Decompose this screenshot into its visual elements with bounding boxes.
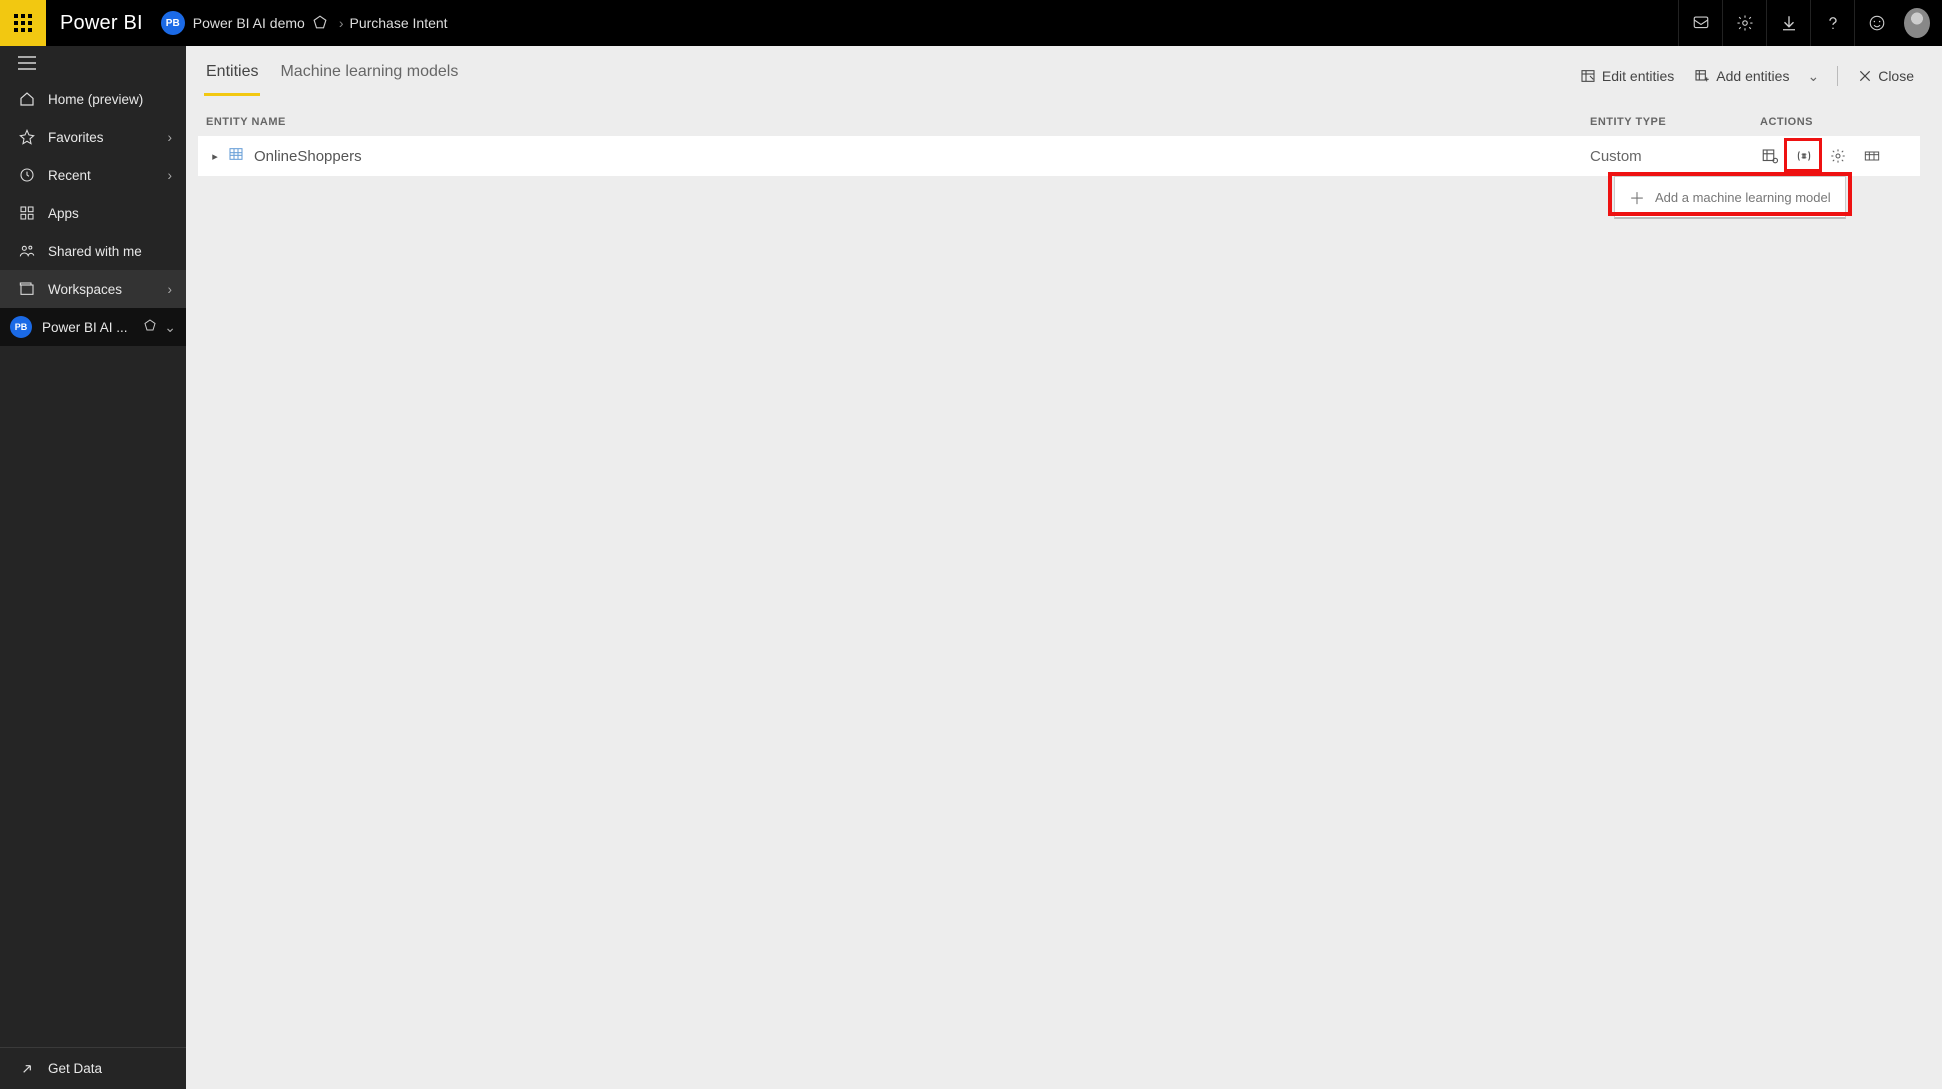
premium-icon [144, 318, 156, 336]
shared-icon [18, 243, 36, 259]
workspace-badge: PB [161, 11, 185, 35]
app-launcher-button[interactable] [0, 0, 46, 46]
sidebar-current-workspace[interactable]: PB Power BI AI ... ⌄ [0, 308, 186, 346]
col-header-name: ENTITY NAME [206, 116, 1590, 128]
avatar [1904, 8, 1930, 38]
sidebar-item-label: Home (preview) [48, 92, 172, 107]
feedback-button[interactable] [1854, 0, 1898, 46]
col-header-type: ENTITY TYPE [1590, 116, 1760, 128]
account-button[interactable] [1898, 0, 1942, 46]
sidebar-get-data[interactable]: Get Data [0, 1047, 186, 1089]
edit-entities-button[interactable]: Edit entities [1574, 64, 1680, 88]
add-ml-model-menu-item[interactable]: ＋ Add a machine learning model [1614, 176, 1846, 219]
clock-icon [18, 167, 36, 183]
sidebar-toggle[interactable] [0, 46, 186, 80]
workspace-badge-small: PB [10, 316, 32, 338]
chevron-down-icon: ⌄ [164, 319, 176, 336]
sidebar-item-favorites[interactable]: Favorites › [0, 118, 186, 156]
col-header-actions: ACTIONS [1760, 116, 1920, 128]
add-ml-model-label: Add a machine learning model [1655, 190, 1831, 205]
waffle-icon [14, 14, 32, 32]
breadcrumb-separator: › [339, 15, 344, 31]
table-row[interactable]: ▸ OnlineShoppers Custom [198, 136, 1920, 176]
entity-type: Custom [1590, 148, 1760, 165]
breadcrumb: PB Power BI AI demo › Purchase Intent [161, 11, 456, 35]
sidebar-item-label: Get Data [48, 1061, 172, 1076]
toolbar-separator [1837, 66, 1838, 86]
topbar-actions [1678, 0, 1942, 46]
entities-table: ENTITY NAME ENTITY TYPE ACTIONS ▸ Online… [186, 96, 1942, 176]
sidebar-item-label: Shared with me [48, 244, 172, 259]
breadcrumb-item: Purchase Intent [349, 15, 447, 31]
content-toolbar: Entities Machine learning models Edit en… [186, 46, 1942, 96]
help-button[interactable] [1810, 0, 1854, 46]
action-settings-button[interactable] [1828, 146, 1848, 166]
hamburger-icon [18, 56, 36, 70]
sidebar-item-home[interactable]: Home (preview) [0, 80, 186, 118]
notifications-button[interactable] [1678, 0, 1722, 46]
sidebar-item-shared[interactable]: Shared with me [0, 232, 186, 270]
entity-name: OnlineShoppers [254, 148, 1590, 165]
add-entities-label: Add entities [1716, 68, 1789, 84]
add-entities-dropdown[interactable]: ⌄ [1803, 68, 1823, 85]
content: Entities Machine learning models Edit en… [186, 46, 1942, 1089]
settings-button[interactable] [1722, 0, 1766, 46]
home-icon [18, 91, 36, 107]
entity-actions [1760, 146, 1920, 166]
action-refresh-button[interactable] [1862, 146, 1882, 166]
get-data-icon [18, 1061, 36, 1077]
sidebar-item-recent[interactable]: Recent › [0, 156, 186, 194]
plus-icon: ＋ [1629, 185, 1645, 209]
app-name: Power BI [46, 12, 161, 35]
apps-icon [18, 205, 36, 221]
tab-ml-models[interactable]: Machine learning models [278, 49, 460, 96]
edit-entities-label: Edit entities [1602, 68, 1674, 84]
table-icon [228, 146, 244, 167]
premium-icon [313, 15, 327, 32]
chevron-right-icon: › [168, 282, 173, 297]
sidebar-item-label: Recent [48, 168, 168, 183]
sidebar-item-workspaces[interactable]: Workspaces › [0, 270, 186, 308]
close-label: Close [1878, 68, 1914, 84]
table-header-row: ENTITY NAME ENTITY TYPE ACTIONS [198, 116, 1920, 136]
chevron-right-icon: › [168, 168, 173, 183]
toolbar-actions: Edit entities Add entities ⌄ Close [1574, 64, 1920, 96]
main: Home (preview) Favorites › Recent › Apps [0, 46, 1942, 1089]
sidebar-item-apps[interactable]: Apps [0, 194, 186, 232]
sidebar-item-label: Apps [48, 206, 172, 221]
expand-toggle[interactable]: ▸ [206, 150, 224, 163]
sidebar-item-label: Workspaces [48, 282, 168, 297]
tabs: Entities Machine learning models [204, 49, 460, 96]
star-icon [18, 129, 36, 145]
workspace-label: Power BI AI ... [42, 320, 144, 335]
breadcrumb-workspace[interactable]: Power BI AI demo [193, 15, 305, 31]
sidebar: Home (preview) Favorites › Recent › Apps [0, 46, 186, 1089]
top-bar: Power BI PB Power BI AI demo › Purchase … [0, 0, 1942, 46]
close-button[interactable]: Close [1852, 64, 1920, 88]
action-schema-button[interactable] [1760, 146, 1780, 166]
sidebar-item-label: Favorites [48, 130, 168, 145]
action-ml-button[interactable] [1794, 146, 1814, 166]
download-button[interactable] [1766, 0, 1810, 46]
chevron-right-icon: › [168, 130, 173, 145]
workspaces-icon [18, 281, 36, 297]
add-entities-button[interactable]: Add entities [1688, 64, 1795, 88]
tab-entities[interactable]: Entities [204, 49, 260, 96]
